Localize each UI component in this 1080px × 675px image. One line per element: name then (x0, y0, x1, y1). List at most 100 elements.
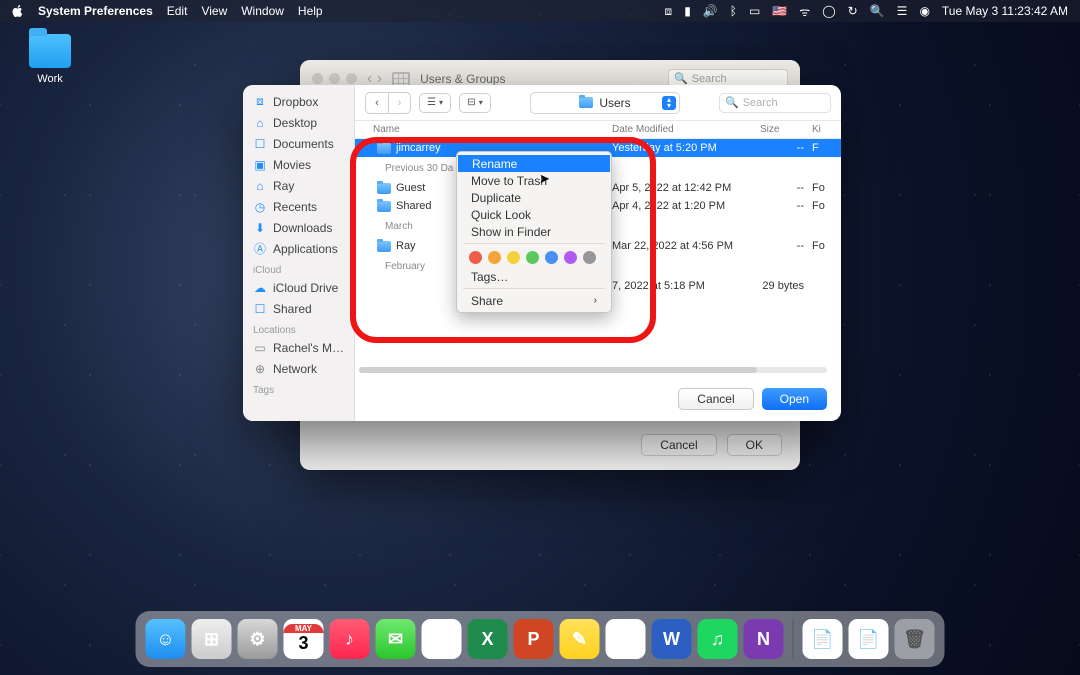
sidebar-item-documents[interactable]: ☐Documents (243, 133, 354, 154)
dock-app-chrome[interactable]: ◎ (422, 619, 462, 659)
dialog-search-field[interactable]: 🔍Search (719, 93, 831, 113)
dock-extra-doc1[interactable]: 📄 (803, 619, 843, 659)
folder-icon (377, 201, 391, 212)
sidebar-item-movies[interactable]: ▣Movies (243, 154, 354, 175)
volume-icon[interactable]: 🔊 (703, 4, 718, 18)
sidebar-item-desktop[interactable]: ⌂Desktop (243, 112, 354, 133)
context-menu: Rename Move to Trash Duplicate Quick Loo… (456, 151, 612, 313)
flag-icon[interactable]: 🇺🇸 (772, 4, 787, 18)
folder-icon (29, 34, 71, 68)
sidebar-item-network[interactable]: ⊕Network (243, 358, 354, 379)
forward-icon[interactable]: › (388, 93, 410, 113)
dock-app-spotify[interactable]: ♫ (698, 619, 738, 659)
updown-icon: ▴▾ (662, 96, 676, 110)
tag-color[interactable] (583, 251, 596, 264)
apple-icon[interactable] (12, 5, 24, 17)
app-menu[interactable]: System Preferences (38, 4, 153, 18)
dropbox-icon[interactable]: ⧈ (665, 4, 673, 19)
timemachine-icon[interactable]: ↻ (848, 4, 858, 18)
dock-app-finder[interactable]: ☺ (146, 619, 186, 659)
ctx-show-in-finder[interactable]: Show in Finder (457, 223, 611, 240)
dock-app-powerpoint[interactable]: P (514, 619, 554, 659)
wifi-icon[interactable]: ᯤ (799, 3, 810, 20)
tag-color[interactable] (469, 251, 482, 264)
grid-icon[interactable] (392, 72, 410, 86)
spotlight-icon[interactable]: 🔍 (870, 4, 885, 18)
menu-edit[interactable]: Edit (167, 4, 188, 18)
sidebar-item-icloud-drive[interactable]: ☁iCloud Drive (243, 277, 354, 298)
col-size[interactable]: Size (760, 121, 812, 138)
column-headers[interactable]: Name Date Modified Size Ki (355, 121, 841, 139)
ctx-duplicate[interactable]: Duplicate (457, 189, 611, 206)
dock: ☺⊞⚙MAY3♪✉◎XP✎#W♫N📄📄🗑 (136, 611, 945, 667)
dock-extra-trash[interactable]: 🗑 (895, 619, 935, 659)
nav-back-forward[interactable]: ‹› (365, 92, 411, 114)
dock-app-music[interactable]: ♪ (330, 619, 370, 659)
document-icon: ☐ (253, 137, 267, 151)
download-icon: ⬇ (253, 221, 267, 235)
dock-app-word[interactable]: W (652, 619, 692, 659)
ctx-share[interactable]: Share› (457, 292, 611, 309)
view-mode-dropdown[interactable]: ☰ ▾ (419, 93, 451, 113)
group-by-dropdown[interactable]: ⊟ ▾ (459, 93, 491, 113)
pref-cancel-button[interactable]: Cancel (641, 434, 716, 456)
desktop-folder-work[interactable]: Work (20, 34, 80, 85)
pref-ok-button[interactable]: OK (727, 434, 782, 456)
col-modified[interactable]: Date Modified (612, 121, 760, 138)
sidebar-item-ray[interactable]: ⌂Ray (243, 175, 354, 196)
menu-view[interactable]: View (201, 4, 227, 18)
dock-app-onenote[interactable]: N (744, 619, 784, 659)
tag-color[interactable] (545, 251, 558, 264)
sidebar-item-dropbox[interactable]: ⧈Dropbox (243, 91, 354, 112)
dock-app-settings[interactable]: ⚙ (238, 619, 278, 659)
shared-icon: ☐ (253, 302, 267, 316)
back-icon[interactable]: ‹ (366, 93, 388, 113)
cloud-icon: ☁ (253, 281, 267, 295)
ctx-move-to-trash[interactable]: Move to Trash (457, 172, 611, 189)
dialog-toolbar: ‹› ☰ ▾ ⊟ ▾ Users▴▾ 🔍Search (355, 85, 841, 121)
user-icon[interactable]: ◯ (822, 4, 835, 18)
sidebar-head-tags: Tags (243, 379, 354, 397)
globe-icon: ⊕ (253, 362, 267, 376)
ctx-tag-colors (457, 247, 611, 268)
tag-color[interactable] (507, 251, 520, 264)
dock-app-excel[interactable]: X (468, 619, 508, 659)
control-center-icon[interactable]: ☰ (897, 4, 908, 18)
sidebar-head-locations: Locations (243, 319, 354, 337)
search-icon: 🔍 (725, 96, 739, 109)
dock-app-calendar[interactable]: MAY3 (284, 619, 324, 659)
window-traffic-lights[interactable] (312, 73, 357, 84)
sidebar-item-applications[interactable]: ⒶApplications (243, 238, 354, 259)
home-icon: ⌂ (253, 179, 267, 193)
battery-icon[interactable]: ▭ (749, 4, 760, 18)
search-icon: 🔍 (674, 72, 688, 85)
siri-icon[interactable]: ◉ (919, 4, 929, 18)
dock-extra-doc2[interactable]: 📄 (849, 619, 889, 659)
dialog-cancel-button[interactable]: Cancel (678, 388, 753, 410)
clock[interactable]: Tue May 3 11:23:42 AM (942, 4, 1068, 18)
location-dropdown[interactable]: Users▴▾ (530, 92, 680, 114)
dock-app-messages[interactable]: ✉ (376, 619, 416, 659)
sidebar-item-shared[interactable]: ☐Shared (243, 298, 354, 319)
tag-color[interactable] (526, 251, 539, 264)
ctx-tags[interactable]: Tags… (457, 268, 611, 285)
menu-help[interactable]: Help (298, 4, 323, 18)
dialog-open-button[interactable]: Open (762, 388, 827, 410)
sidebar-item-recents[interactable]: ◷Recents (243, 196, 354, 217)
ctx-quick-look[interactable]: Quick Look (457, 206, 611, 223)
col-kind[interactable]: Ki (812, 121, 841, 138)
dock-app-launchpad[interactable]: ⊞ (192, 619, 232, 659)
horizontal-scrollbar[interactable] (359, 367, 827, 373)
dock-app-notes[interactable]: ✎ (560, 619, 600, 659)
battery-status-icon[interactable]: ▮ (684, 4, 691, 18)
sidebar-item-downloads[interactable]: ⬇Downloads (243, 217, 354, 238)
menu-window[interactable]: Window (241, 4, 284, 18)
dock-separator (793, 619, 794, 659)
ctx-rename[interactable]: Rename (458, 155, 610, 172)
col-name[interactable]: Name (355, 121, 612, 138)
dock-app-slack[interactable]: # (606, 619, 646, 659)
sidebar-item-rachels-m[interactable]: ▭Rachel's M… (243, 337, 354, 358)
tag-color[interactable] (564, 251, 577, 264)
bluetooth-icon[interactable]: ᛒ (730, 4, 737, 18)
tag-color[interactable] (488, 251, 501, 264)
